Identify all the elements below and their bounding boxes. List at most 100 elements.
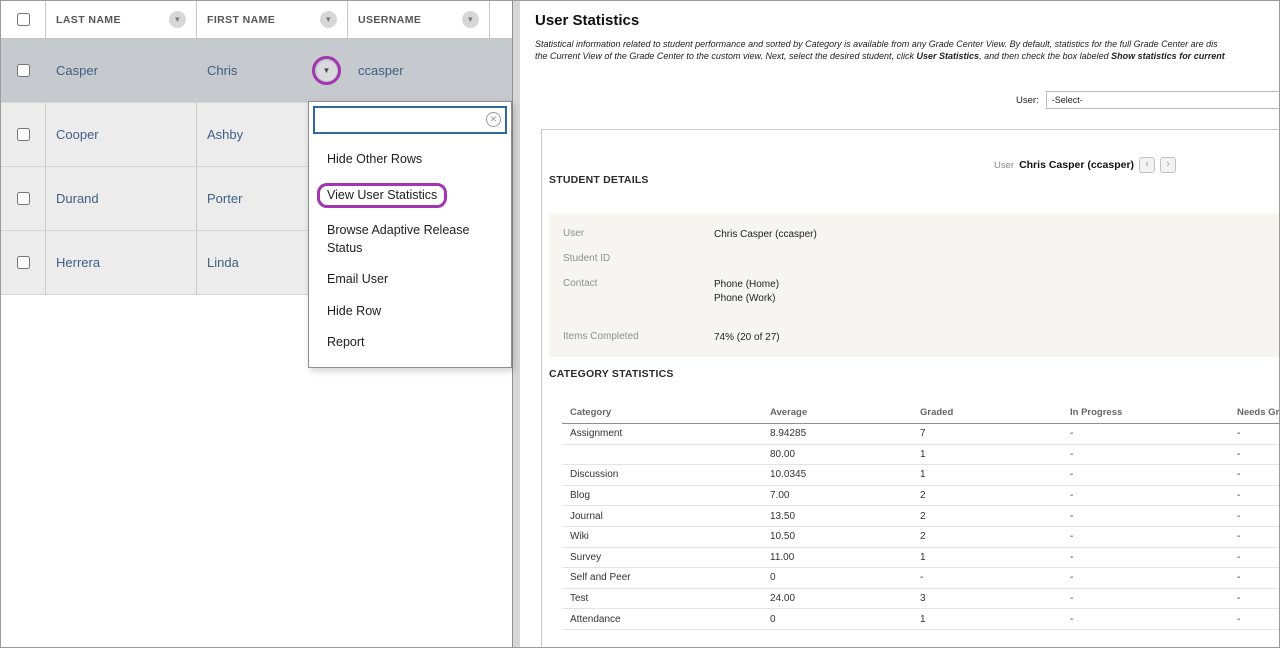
- stats-row: Discussion 10.0345 1 - -: [562, 465, 1280, 486]
- user-select-dropdown[interactable]: -Select-: [1046, 91, 1280, 109]
- partial-cell: [490, 39, 512, 103]
- row-checkbox[interactable]: [17, 192, 30, 205]
- stats-header-cell: Needs Gr: [1229, 407, 1280, 418]
- menu-item-hide-other-rows[interactable]: Hide Other Rows: [309, 144, 511, 176]
- first-name-cell: Chris ▼: [197, 39, 348, 103]
- select-all-cell: [1, 1, 46, 39]
- annotation-highlight-box: View User Statistics: [317, 183, 447, 209]
- last-name-cell: Durand: [46, 167, 197, 231]
- menu-list: Hide Other Rows View User Statistics Bro…: [309, 138, 511, 359]
- stats-cell-in-progress: -: [1062, 428, 1229, 439]
- annotation-circle: ▼: [312, 56, 341, 85]
- stats-cell-graded: 2: [912, 490, 1062, 501]
- row-select-cell: [1, 103, 46, 167]
- row-checkbox[interactable]: [17, 256, 30, 269]
- row-select-cell: [1, 167, 46, 231]
- stats-cell-needs-grading: -: [1229, 511, 1280, 522]
- detail-row-student-id: Student ID: [563, 253, 714, 264]
- stats-cell-category: Assignment: [562, 428, 762, 439]
- description-text: Statistical information related to stude…: [535, 39, 1218, 49]
- stats-cell-category: Blog: [562, 490, 762, 501]
- select-all-checkbox[interactable]: [17, 13, 30, 26]
- table-row-casper: Casper Chris ▼ ccasper: [1, 39, 512, 103]
- stats-cell-graded: 1: [912, 449, 1062, 460]
- menu-filter-input[interactable]: [313, 106, 507, 134]
- menu-item-view-user-statistics[interactable]: View User Statistics: [309, 176, 511, 216]
- row-select-cell: [1, 39, 46, 103]
- stats-cell-category: Journal: [562, 511, 762, 522]
- category-statistics-heading: CATEGORY STATISTICS: [549, 368, 674, 380]
- grade-center-roster-region: LAST NAME ▼ FIRST NAME ▼ USERNAME ▼ Casp…: [1, 1, 513, 648]
- column-header-username[interactable]: USERNAME ▼: [348, 1, 490, 39]
- menu-item-report[interactable]: Report: [309, 327, 511, 359]
- column-header-label: FIRST NAME: [207, 14, 275, 26]
- menu-item-label: View User Statistics: [327, 188, 437, 202]
- stats-cell-average: 24.00: [762, 593, 912, 604]
- stats-cell-needs-grading: -: [1229, 614, 1280, 625]
- column-menu-icon[interactable]: ▼: [320, 11, 337, 28]
- row-checkbox[interactable]: [17, 64, 30, 77]
- stats-header-cell: In Progress: [1062, 407, 1229, 418]
- row-context-menu-button[interactable]: ▼: [317, 61, 337, 81]
- pane-divider: [513, 1, 520, 648]
- pager-user-label: User: [994, 160, 1014, 171]
- stats-cell-graded: -: [912, 572, 1062, 583]
- stats-cell-in-progress: -: [1062, 531, 1229, 542]
- stats-table-body: Assignment 8.94285 7 - - 80.00 1 - -: [562, 424, 1280, 630]
- column-header-first-name[interactable]: FIRST NAME ▼: [197, 1, 348, 39]
- stats-header-row: Category Average Graded In Progress Need…: [562, 402, 1280, 424]
- page-title: User Statistics: [535, 12, 639, 29]
- stats-cell-category: Test: [562, 593, 762, 604]
- description-text: , and then check the box labeled: [979, 51, 1111, 61]
- row-context-menu: ✕ Hide Other Rows View User Statistics B…: [308, 101, 512, 368]
- stats-cell-needs-grading: -: [1229, 552, 1280, 563]
- contact-phone-work: Phone (Work): [714, 292, 779, 306]
- column-menu-icon[interactable]: ▼: [169, 11, 186, 28]
- stats-cell-average: 8.94285: [762, 428, 912, 439]
- description-text: the Current View of the Grade Center to …: [535, 51, 917, 61]
- stats-cell-category: Wiki: [562, 531, 762, 542]
- stats-cell-in-progress: -: [1062, 593, 1229, 604]
- user-statistics-panel: User Statistics Statistical information …: [520, 1, 1280, 648]
- detail-value: 74% (20 of 27): [714, 331, 780, 345]
- stats-cell-graded: 1: [912, 614, 1062, 625]
- stats-cell-category: Discussion: [562, 469, 762, 480]
- row-checkbox[interactable]: [17, 128, 30, 141]
- category-statistics-table: Category Average Graded In Progress Need…: [562, 402, 1280, 630]
- stats-cell-average: 10.50: [762, 531, 912, 542]
- menu-search-wrap: ✕: [313, 106, 507, 134]
- stats-cell-graded: 7: [912, 428, 1062, 439]
- column-header-partial: [490, 1, 512, 39]
- menu-item-browse-adaptive-release-status[interactable]: Browse Adaptive Release Status: [309, 215, 495, 264]
- column-menu-icon[interactable]: ▼: [462, 11, 479, 28]
- stats-cell-graded: 1: [912, 552, 1062, 563]
- stats-row: Self and Peer 0 - - -: [562, 568, 1280, 589]
- column-header-label: USERNAME: [358, 14, 421, 26]
- stats-cell-graded: 2: [912, 531, 1062, 542]
- stats-cell-average: 0: [762, 614, 912, 625]
- stats-cell-average: 10.0345: [762, 469, 912, 480]
- stats-cell-average: 11.00: [762, 552, 912, 563]
- menu-item-hide-row[interactable]: Hide Row: [309, 296, 511, 328]
- stats-cell-category: Survey: [562, 552, 762, 563]
- detail-row-contact: Contact Phone (Home) Phone (Work): [563, 278, 779, 306]
- menu-item-email-user[interactable]: Email User: [309, 264, 511, 296]
- next-user-button[interactable]: ›: [1160, 157, 1176, 173]
- clear-search-icon[interactable]: ✕: [486, 112, 501, 127]
- statistics-content-box: User Chris Casper (ccasper) ‹ › STUDENT …: [541, 129, 1280, 648]
- stats-cell-needs-grading: -: [1229, 490, 1280, 501]
- stats-cell-average: 80.00: [762, 449, 912, 460]
- student-details-panel: User Chris Casper (ccasper) Student ID C…: [549, 214, 1280, 357]
- roster-header-row: LAST NAME ▼ FIRST NAME ▼ USERNAME ▼: [1, 1, 512, 39]
- column-header-last-name[interactable]: LAST NAME ▼: [46, 1, 197, 39]
- previous-user-button[interactable]: ‹: [1139, 157, 1155, 173]
- description-bold-text: User Statistics: [917, 51, 980, 61]
- username-cell: ccasper: [348, 39, 490, 103]
- stats-cell-in-progress: -: [1062, 490, 1229, 501]
- stats-row: Assignment 8.94285 7 - -: [562, 424, 1280, 445]
- stats-row: Blog 7.00 2 - -: [562, 486, 1280, 507]
- detail-label: User: [563, 228, 714, 242]
- description-bold-text: Show statistics for current: [1111, 51, 1225, 61]
- detail-label: Contact: [563, 278, 714, 306]
- stats-cell-category: Attendance: [562, 614, 762, 625]
